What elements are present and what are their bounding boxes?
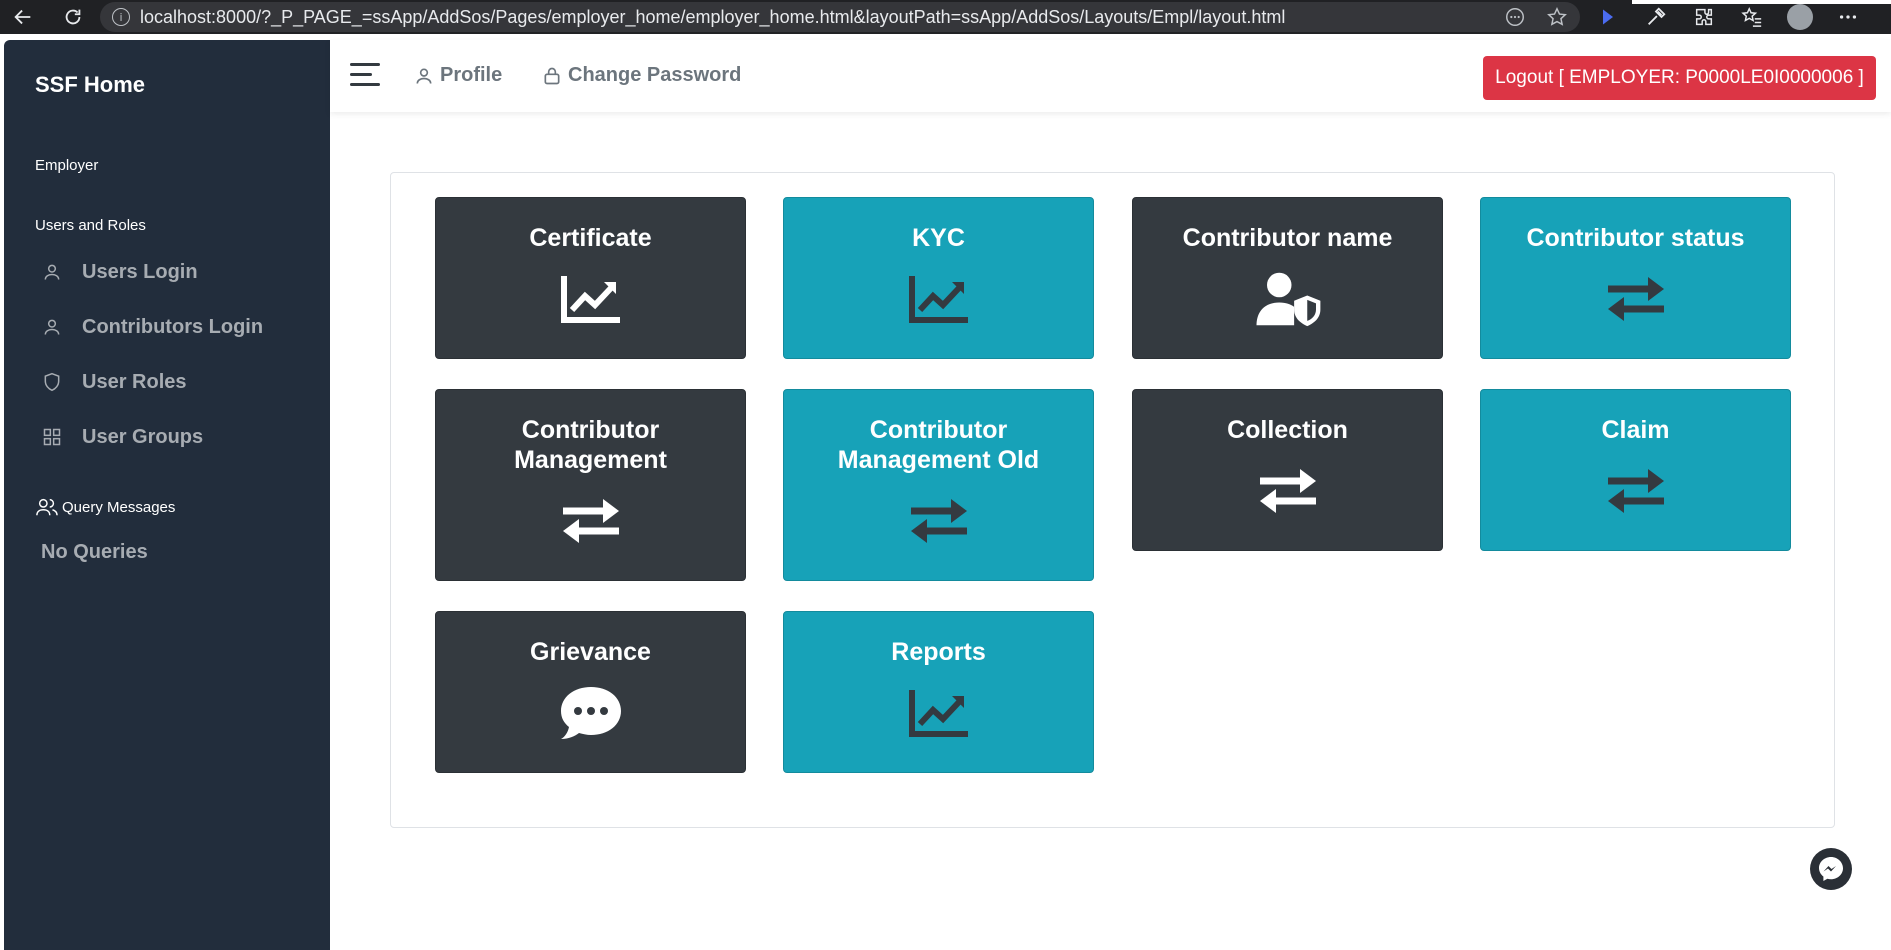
lock-icon [542, 65, 562, 87]
profile-link[interactable]: Profile [414, 64, 502, 87]
exchange-icon [1253, 461, 1323, 521]
site-info-icon[interactable]: i [112, 8, 130, 26]
more-menu-icon[interactable] [1835, 4, 1861, 30]
no-queries-text: No Queries [41, 541, 148, 563]
tile-title: Contributor Management Old [837, 416, 1040, 474]
sidebar-item-users-login[interactable]: Users Login [40, 257, 198, 287]
tile-title: Contributor Management [514, 416, 667, 474]
sidebar-item-label: Contributors Login [82, 315, 264, 338]
tile-title: Reports [891, 638, 986, 666]
browser-toolbar: i localhost:8000/?_P_PAGE_=ssApp/AddSos/… [0, 0, 1891, 34]
hamburger-menu-icon[interactable] [350, 63, 380, 87]
address-bar[interactable]: i localhost:8000/?_P_PAGE_=ssApp/AddSos/… [100, 2, 1580, 32]
user-icon [40, 315, 64, 339]
users-icon [35, 496, 59, 518]
section-users-and-roles: Users and Roles [35, 217, 146, 234]
tile-grievance[interactable]: Grievance [435, 611, 746, 773]
window-edge [1632, 0, 1891, 4]
sidebar: SSF Home Employer Users and Roles Users … [4, 40, 330, 950]
eyedropper-icon[interactable] [1643, 4, 1669, 30]
tile-collection[interactable]: Collection [1132, 389, 1443, 551]
tile-title: Contributor name [1182, 224, 1393, 252]
reader-mode-icon[interactable] [1502, 4, 1528, 30]
tile-contributor-management-old[interactable]: Contributor Management Old [783, 389, 1094, 581]
chart-line-icon [904, 683, 974, 743]
query-messages-label: Query Messages [62, 498, 176, 516]
messenger-chat-icon[interactable] [1810, 848, 1852, 890]
reload-icon[interactable] [58, 2, 88, 32]
favorite-star-icon[interactable] [1544, 4, 1570, 30]
tile-contributor-management[interactable]: Contributor Management [435, 389, 746, 581]
exchange-icon [904, 491, 974, 551]
sidebar-item-label: User Groups [82, 425, 204, 448]
extension-cursor-icon[interactable] [1595, 4, 1621, 30]
extensions-puzzle-icon[interactable] [1691, 4, 1717, 30]
tile-contributor-status[interactable]: Contributor status [1480, 197, 1791, 359]
user-icon [40, 260, 64, 284]
user-shield-icon [1253, 269, 1323, 329]
chart-line-icon [904, 269, 974, 329]
tile-title: Grievance [530, 638, 651, 666]
tile-title: KYC [912, 224, 965, 252]
sidebar-item-user-roles[interactable]: User Roles [40, 367, 187, 397]
profile-avatar-icon[interactable] [1787, 4, 1813, 30]
tile-reports[interactable]: Reports [783, 611, 1094, 773]
comment-dots-icon [556, 683, 626, 743]
change-password-label: Change Password [568, 64, 742, 86]
chart-line-icon [556, 269, 626, 329]
exchange-icon [1601, 269, 1671, 329]
logout-button[interactable]: Logout [ EMPLOYER: P0000LE0I0000006 ] [1483, 56, 1876, 100]
query-messages-header[interactable]: Query Messages [35, 496, 175, 518]
tile-contributor-name[interactable]: Contributor name [1132, 197, 1443, 359]
sidebar-item-user-groups[interactable]: User Groups [40, 422, 203, 452]
user-icon [414, 65, 434, 87]
section-employer[interactable]: Employer [35, 157, 98, 174]
sidebar-item-label: User Roles [82, 370, 187, 393]
tile-kyc[interactable]: KYC [783, 197, 1094, 359]
favorites-list-icon[interactable] [1739, 4, 1765, 30]
url-text: localhost:8000/?_P_PAGE_=ssApp/AddSos/Pa… [140, 6, 1286, 27]
change-password-link[interactable]: Change Password [542, 64, 741, 87]
grid-icon [40, 425, 64, 449]
shield-icon [40, 370, 64, 394]
tile-title: Certificate [529, 224, 652, 252]
back-icon[interactable] [8, 2, 38, 32]
tile-title: Collection [1227, 416, 1348, 444]
brand-title[interactable]: SSF Home [35, 72, 145, 98]
exchange-icon [556, 491, 626, 551]
profile-label: Profile [440, 64, 503, 86]
tile-title: Contributor status [1526, 224, 1745, 252]
sidebar-item-contributors-login[interactable]: Contributors Login [40, 312, 263, 342]
sidebar-item-label: Users Login [82, 260, 198, 283]
exchange-icon [1601, 461, 1671, 521]
tile-claim[interactable]: Claim [1480, 389, 1791, 551]
tile-title: Claim [1601, 416, 1670, 444]
tile-certificate[interactable]: Certificate [435, 197, 746, 359]
